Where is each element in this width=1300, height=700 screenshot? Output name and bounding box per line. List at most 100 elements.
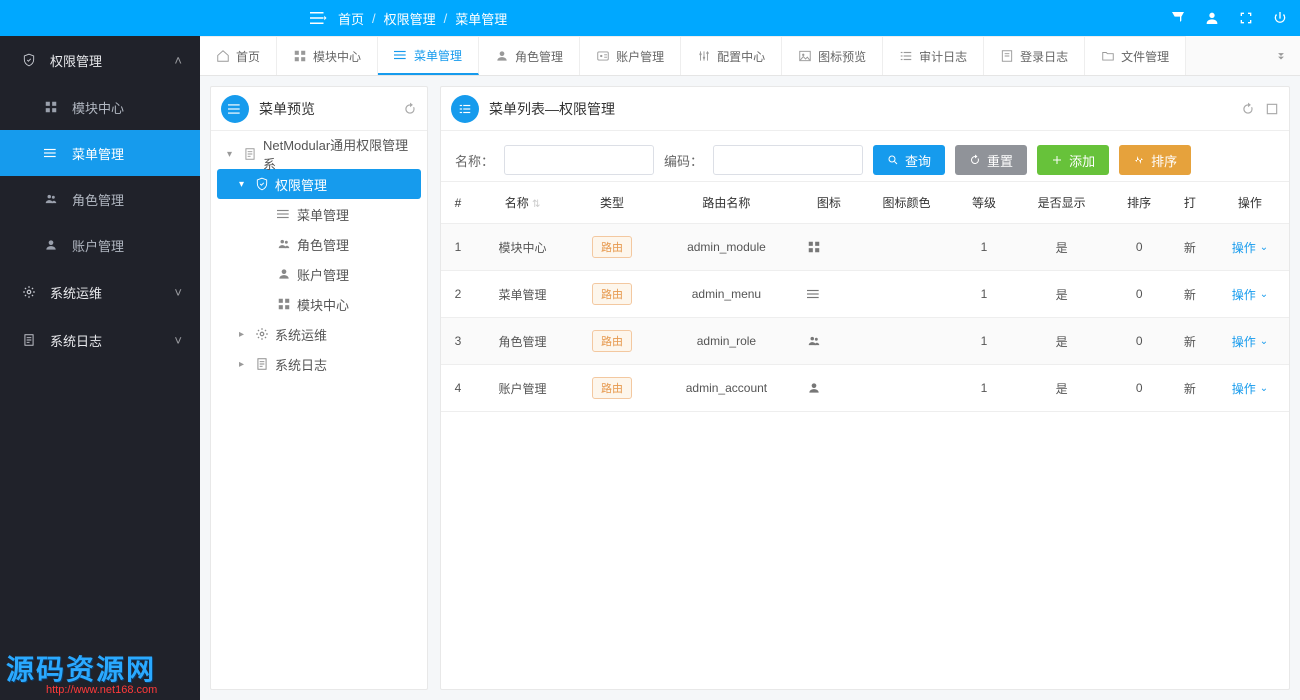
column-header[interactable]: 操作 [1211,182,1289,224]
table-row[interactable]: 1模块中心路由admin_module1是0新操作 ⌄ [441,224,1289,271]
tree-label: 模块中心 [297,295,349,314]
add-button[interactable]: 添加 [1037,145,1109,175]
breadcrumb-item[interactable]: 权限管理 [384,9,436,28]
theme-icon[interactable] [1170,10,1186,26]
tab-label: 配置中心 [717,48,765,65]
column-header[interactable]: 路由名称 [654,182,799,224]
tab[interactable]: 账户管理 [580,36,681,75]
tab-label: 审计日志 [919,48,967,65]
route-tag: 路由 [592,330,632,352]
tree-label: 系统运维 [275,325,327,344]
cell-index: 4 [441,365,475,412]
tab[interactable]: 首页 [200,36,277,75]
column-header[interactable]: # [441,182,475,224]
cell-op: 操作 ⌄ [1211,365,1289,412]
cell-level: 1 [954,365,1014,412]
code-label: 编码： [664,151,703,170]
add-label: 添加 [1069,151,1095,170]
tab[interactable]: 图标预览 [782,36,883,75]
column-header[interactable]: 是否显示 [1014,182,1109,224]
reset-button[interactable]: 重置 [955,145,1027,175]
tree-node[interactable]: 账户管理 [217,259,421,289]
sidebar-group[interactable]: 权限管理˄ [0,36,200,84]
sidebar-item[interactable]: 角色管理 [0,176,200,222]
tab[interactable]: 模块中心 [277,36,378,75]
code-input[interactable] [713,145,863,175]
tab[interactable]: 登录日志 [984,36,1085,75]
tab-label: 首页 [236,48,260,65]
refresh-icon[interactable] [403,102,417,116]
refresh-icon[interactable] [1241,102,1255,116]
sidebar-item[interactable]: 账户管理 [0,222,200,268]
sidebar-item[interactable]: 模块中心 [0,84,200,130]
menu-preview-panel: 菜单预览 ▾NetModular通用权限管理系▾权限管理菜单管理角色管理账户管理… [210,86,428,690]
tree-root[interactable]: ▾NetModular通用权限管理系 [217,139,421,169]
tab-bar: 首页 模块中心菜单管理角色管理账户管理 配置中心图标预览 审计日志登录日志文件管理 [200,36,1300,76]
tab[interactable]: 菜单管理 [378,36,479,75]
search-bar: 名称： 编码： 查询 重置 [441,131,1289,181]
user-icon[interactable] [1204,10,1220,26]
tree-node[interactable]: 模块中心 [217,289,421,319]
sort-button[interactable]: 排序 [1119,145,1191,175]
operate-dropdown[interactable]: 操作 ⌄ [1232,239,1268,256]
tab[interactable]: 审计日志 [883,36,984,75]
table-row[interactable]: 4账户管理路由admin_account1是0新操作 ⌄ [441,365,1289,412]
cell-op: 操作 ⌄ [1211,224,1289,271]
sidebar-group[interactable]: 系统日志˅ [0,316,200,364]
fullscreen-panel-icon[interactable] [1265,102,1279,116]
reset-label: 重置 [987,151,1013,170]
tree-label: 菜单管理 [297,205,349,224]
cell-route: admin_menu [654,271,799,318]
tab[interactable]: 角色管理 [479,36,580,75]
tree-node[interactable]: 角色管理 [217,229,421,259]
route-tag: 路由 [592,236,632,258]
list-icon [899,49,913,63]
user-icon [40,238,62,252]
tab-label: 模块中心 [313,48,361,65]
column-header[interactable]: 类型 [570,182,654,224]
name-input[interactable] [504,145,654,175]
grid-icon [807,240,851,254]
column-header[interactable]: 图标颜色 [859,182,954,224]
tree-node[interactable]: ▾权限管理 [217,169,421,199]
menu-toggle-icon[interactable] [310,9,328,27]
operate-dropdown[interactable]: 操作 ⌄ [1232,286,1268,303]
user-icon [277,267,291,281]
tab[interactable]: 文件管理 [1085,36,1186,75]
menu-icon [277,207,291,221]
users-icon [277,237,291,251]
tree-label: 角色管理 [297,235,349,254]
cell-icon [799,318,859,365]
column-header[interactable]: 等级 [954,182,1014,224]
cell-color [859,318,954,365]
cell-sort: 0 [1109,224,1169,271]
tab[interactable]: 配置中心 [681,36,782,75]
column-header[interactable]: 名称 ⇅ [475,182,570,224]
sidebar-group[interactable]: 系统运维˅ [0,268,200,316]
breadcrumb-item[interactable]: 菜单管理 [455,9,507,28]
tree-node[interactable]: ▸系统运维 [217,319,421,349]
name-label: 名称： [455,151,494,170]
column-header[interactable]: 图标 [799,182,859,224]
tree-label: 系统日志 [275,355,327,374]
breadcrumb-item[interactable]: 首页 [338,9,364,28]
tabs-more-icon[interactable] [1268,36,1294,75]
cell-sort: 0 [1109,365,1169,412]
query-button[interactable]: 查询 [873,145,945,175]
power-icon[interactable] [1272,10,1288,26]
operate-dropdown[interactable]: 操作 ⌄ [1232,380,1268,397]
sidebar-item[interactable]: 菜单管理 [0,130,200,176]
fullscreen-icon[interactable] [1238,10,1254,26]
grid-icon [277,297,291,311]
tree-node[interactable]: 菜单管理 [217,199,421,229]
sort-icon[interactable]: ⇅ [532,199,540,210]
column-header[interactable]: 打 [1169,182,1211,224]
operate-dropdown[interactable]: 操作 ⌄ [1232,333,1268,350]
sidebar-item-label: 菜单管理 [72,144,124,163]
tree-node[interactable]: ▸系统日志 [217,349,421,379]
sidebar-group-label: 系统运维 [50,283,102,302]
table-row[interactable]: 3角色管理路由admin_role1是0新操作 ⌄ [441,318,1289,365]
table-row[interactable]: 2菜单管理路由admin_menu1是0新操作 ⌄ [441,271,1289,318]
column-header[interactable]: 排序 [1109,182,1169,224]
folder-icon [1101,49,1115,63]
